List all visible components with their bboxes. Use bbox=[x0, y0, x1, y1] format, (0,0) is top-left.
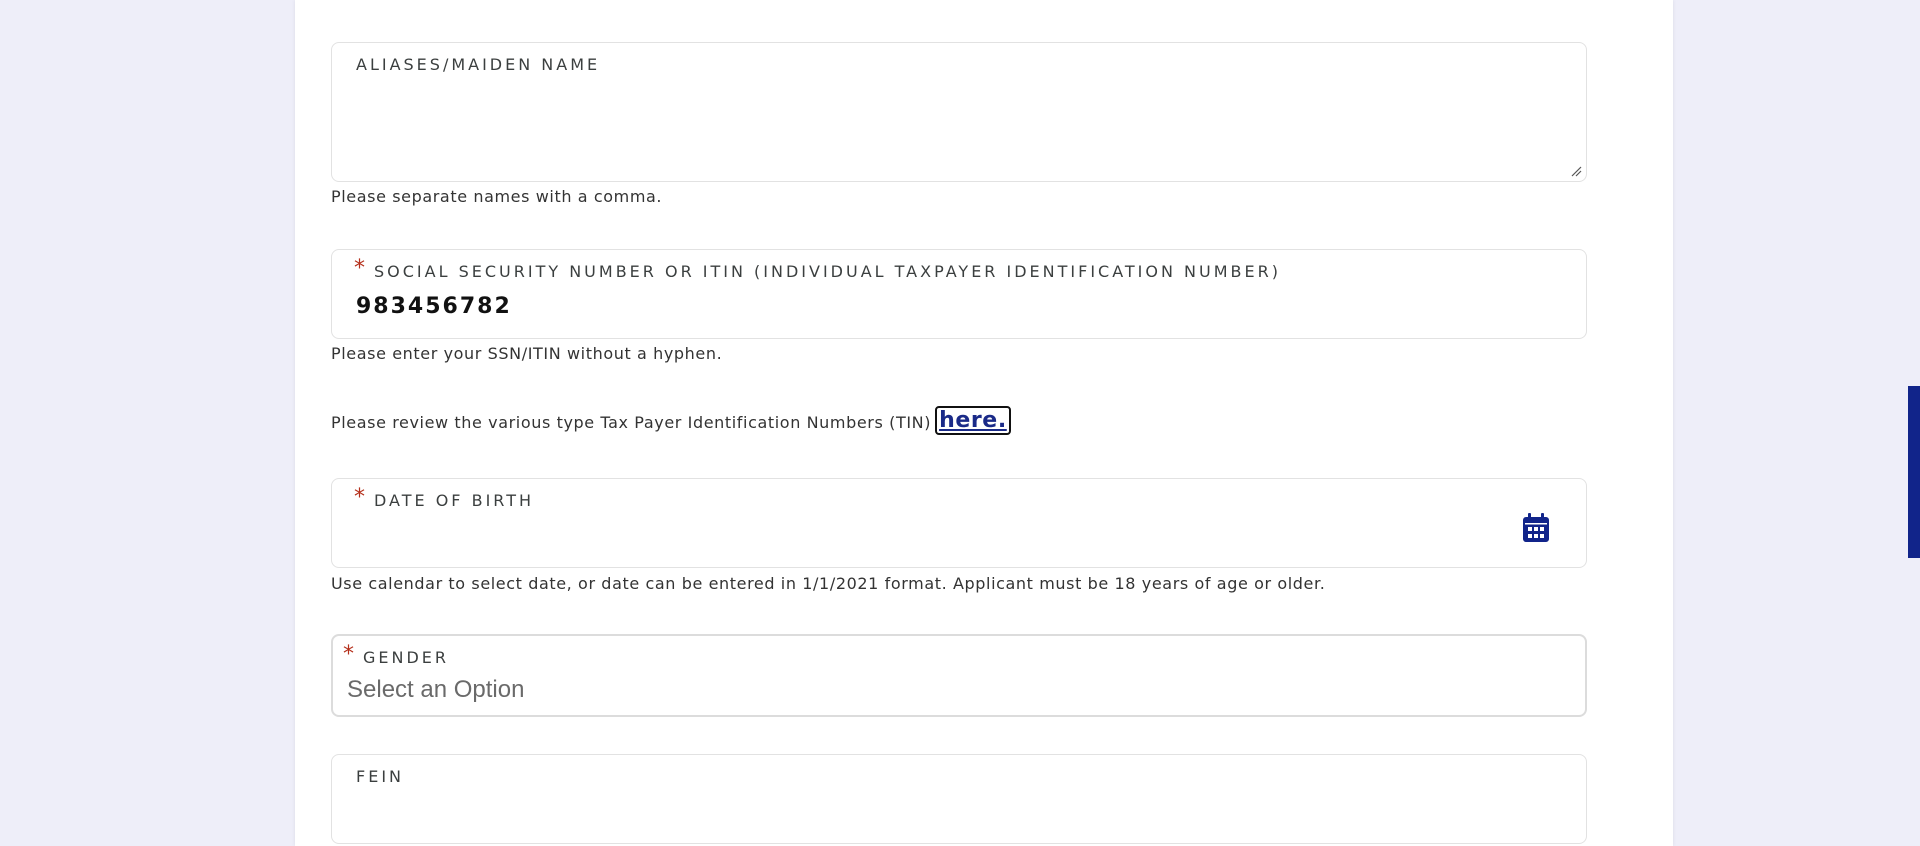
resize-grip-icon[interactable] bbox=[1570, 165, 1582, 177]
aliases-label: ALIASES/MAIDEN NAME bbox=[356, 55, 601, 74]
dob-help: Use calendar to select date, or date can… bbox=[331, 574, 1326, 593]
ssn-field[interactable]: * SOCIAL SECURITY NUMBER OR ITIN (INDIVI… bbox=[331, 249, 1587, 339]
ssn-label-wrap: * SOCIAL SECURITY NUMBER OR ITIN (INDIVI… bbox=[354, 256, 1281, 281]
gender-select[interactable]: * GENDER Select an Option bbox=[331, 634, 1587, 717]
scrollbar-thumb[interactable] bbox=[1908, 386, 1920, 558]
ssn-label: SOCIAL SECURITY NUMBER OR ITIN (INDIVIDU… bbox=[374, 262, 1281, 281]
ssn-value[interactable]: 983456782 bbox=[356, 294, 512, 319]
tin-note-text: Please review the various type Tax Payer… bbox=[331, 413, 932, 432]
gender-label: GENDER bbox=[363, 648, 450, 667]
calendar-icon[interactable] bbox=[1522, 513, 1550, 543]
required-marker: * bbox=[343, 642, 354, 667]
tin-link-focus-ring: here. bbox=[935, 406, 1011, 435]
required-marker: * bbox=[354, 485, 365, 510]
ssn-help: Please enter your SSN/ITIN without a hyp… bbox=[331, 344, 723, 363]
tin-note: Please review the various type Tax Payer… bbox=[331, 406, 1011, 438]
required-marker: * bbox=[354, 256, 365, 281]
dob-label: DATE OF BIRTH bbox=[374, 491, 535, 510]
aliases-field[interactable]: ALIASES/MAIDEN NAME bbox=[331, 42, 1587, 182]
form-card: ALIASES/MAIDEN NAME Please separate name… bbox=[295, 0, 1673, 846]
fein-field[interactable]: FEIN bbox=[331, 754, 1587, 844]
aliases-help: Please separate names with a comma. bbox=[331, 187, 663, 206]
tin-here-link[interactable]: here. bbox=[939, 408, 1007, 433]
gender-label-wrap: * GENDER bbox=[343, 642, 450, 667]
gender-selected-value[interactable]: Select an Option bbox=[347, 676, 524, 704]
fein-label: FEIN bbox=[356, 767, 404, 786]
dob-field[interactable]: * DATE OF BIRTH bbox=[331, 478, 1587, 568]
dob-label-wrap: * DATE OF BIRTH bbox=[354, 485, 535, 510]
